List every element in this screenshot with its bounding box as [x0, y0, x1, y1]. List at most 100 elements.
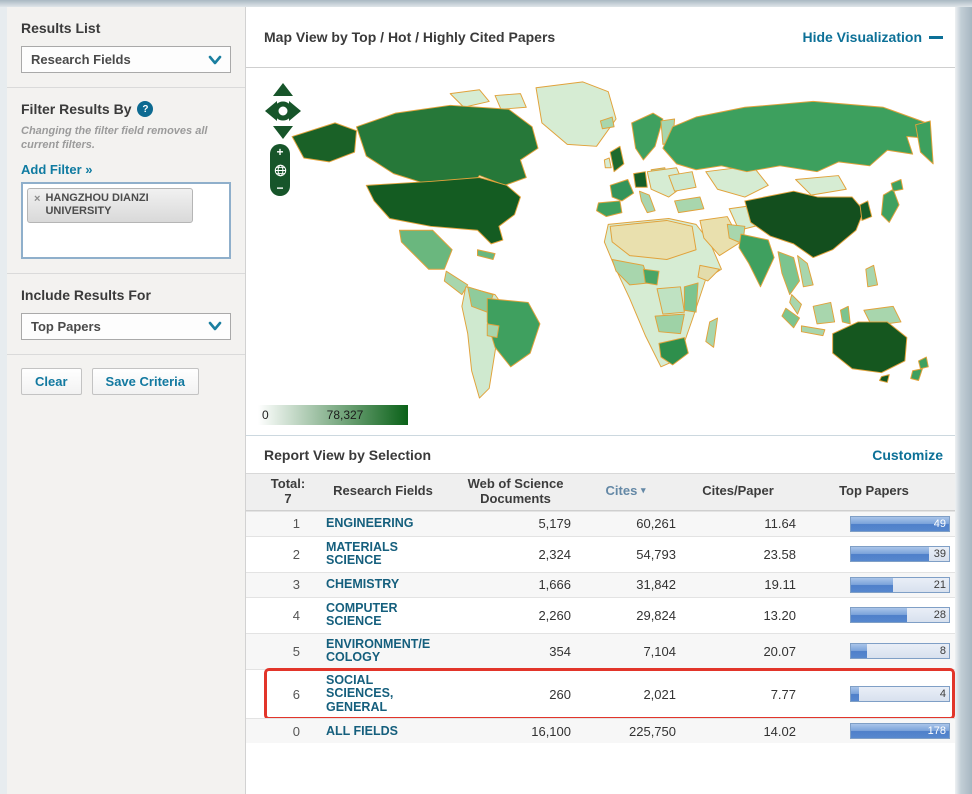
table-row[interactable]: 0 ALL FIELDS 16,100 225,750 14.02 178	[246, 718, 955, 743]
map-region-nigeria	[643, 269, 659, 285]
customize-link[interactable]: Customize	[872, 447, 943, 463]
wos-documents-value: 5,179	[458, 512, 573, 535]
help-icon[interactable]: ?	[137, 101, 153, 117]
column-cites-per-paper[interactable]: Cites/Paper	[678, 481, 798, 502]
pan-center-ring	[276, 104, 290, 118]
table-header-row: Total: 7 Research Fields Web of Science …	[246, 473, 955, 511]
research-field-link[interactable]: ENGINEERING	[308, 513, 458, 535]
map-region-france	[610, 179, 633, 200]
map-pan-control[interactable]	[262, 82, 304, 140]
cites-per-paper-value: 7.77	[678, 683, 798, 706]
top-papers-bar[interactable]: 178	[850, 723, 950, 739]
map-visualization[interactable]: + − 0 78,327	[246, 68, 955, 436]
map-region-japan	[881, 189, 899, 222]
table-row[interactable]: 5 ENVIRONMENT/E COLOGY 354 7,104 20.07 8	[246, 633, 955, 669]
row-rank: 0	[268, 720, 308, 743]
map-region-india	[739, 234, 774, 287]
top-papers-bar[interactable]: 49	[850, 516, 950, 532]
globe-icon[interactable]	[274, 164, 287, 177]
research-field-link[interactable]: MATERIALS SCIENCE	[308, 537, 458, 572]
map-region-borneo	[813, 302, 834, 323]
add-filter-link[interactable]: Add Filter »	[21, 162, 93, 177]
table-row[interactable]: 4 COMPUTER SCIENCE 2,260 29,824 13.20 28	[246, 597, 955, 633]
report-view-title: Report View by Selection	[264, 447, 431, 463]
map-region-cuba	[477, 250, 495, 260]
world-choropleth-map[interactable]	[285, 78, 951, 400]
map-region-turkey	[675, 197, 704, 213]
top-papers-value: 28	[934, 609, 946, 621]
top-papers-bar[interactable]: 4	[850, 686, 950, 702]
include-results-select[interactable]: Top Papers	[21, 313, 231, 340]
zoom-out-icon[interactable]: −	[276, 182, 283, 194]
row-rank: 6	[268, 683, 308, 706]
research-field-link[interactable]: COMPUTER SCIENCE	[308, 598, 458, 633]
column-wos-documents[interactable]: Web of Science Documents	[458, 474, 573, 510]
map-region-mexico	[399, 230, 452, 269]
table-row[interactable]: 2 MATERIALS SCIENCE 2,324 54,793 23.58 3…	[246, 536, 955, 572]
map-region-malay-peninsula	[790, 295, 802, 315]
column-research-fields[interactable]: Research Fields	[308, 481, 458, 502]
map-region-arctic-islands	[495, 94, 526, 110]
table-row[interactable]: 3 CHEMISTRY 1,666 31,842 19.11 21	[246, 572, 955, 597]
map-region-central-america	[444, 271, 467, 294]
map-region-new-zealand	[919, 357, 929, 369]
filter-tag-label: HANGZHOU DIANZI UNIVERSITY	[45, 192, 184, 220]
map-region-russia	[663, 101, 930, 171]
column-top-papers[interactable]: Top Papers	[798, 481, 950, 502]
map-region-korea	[860, 201, 872, 221]
report-table-body: 1 ENGINEERING 5,179 60,261 11.64 49 2 MA…	[246, 511, 955, 744]
research-field-link[interactable]: CHEMISTRY	[308, 574, 458, 596]
research-field-link[interactable]: SOCIAL SCIENCES, GENERAL	[308, 670, 458, 719]
column-cites-sorted[interactable]: Cites ▾	[573, 481, 678, 502]
research-field-link[interactable]: ENVIRONMENT/E COLOGY	[308, 634, 458, 669]
map-region-southern-africa	[655, 314, 684, 334]
row-rank: 1	[268, 512, 308, 535]
table-row[interactable]: 1 ENGINEERING 5,179 60,261 11.64 49	[246, 511, 955, 536]
include-results-section: Include Results For Top Papers	[7, 274, 245, 355]
results-list-select[interactable]: Research Fields	[21, 46, 231, 73]
column-total: Total: 7	[268, 474, 308, 510]
cites-value: 7,104	[573, 640, 678, 663]
save-criteria-button[interactable]: Save Criteria	[92, 368, 200, 395]
top-papers-bar[interactable]: 8	[850, 643, 950, 659]
results-list-selected-value: Research Fields	[31, 52, 131, 67]
wos-documents-value: 1,666	[458, 573, 573, 596]
top-papers-bar[interactable]: 39	[850, 546, 950, 562]
window-top-edge	[0, 0, 972, 7]
chevron-down-icon	[208, 321, 222, 331]
sidebar-buttons: Clear Save Criteria	[7, 355, 245, 408]
filter-results-section: Filter Results By ? Changing the filter …	[7, 88, 245, 274]
map-region-ireland	[604, 158, 611, 168]
hide-visualization-link[interactable]: Hide Visualization	[802, 29, 943, 45]
include-results-selected-value: Top Papers	[31, 319, 101, 334]
filter-tag-hangzhou-dianzi-university[interactable]: × HANGZHOU DIANZI UNIVERSITY	[27, 188, 193, 224]
map-region-italy	[639, 191, 655, 212]
remove-filter-icon[interactable]: ×	[34, 192, 40, 206]
report-view-header: Report View by Selection Customize	[246, 436, 955, 473]
active-filters-box: × HANGZHOU DIANZI UNIVERSITY	[21, 182, 231, 259]
cites-value: 225,750	[573, 720, 678, 743]
clear-button[interactable]: Clear	[21, 368, 82, 395]
top-papers-value: 21	[934, 579, 946, 591]
table-row[interactable]: 6 SOCIAL SCIENCES, GENERAL 260 2,021 7.7…	[246, 669, 955, 719]
cites-per-paper-value: 11.64	[678, 512, 798, 535]
filters-sidebar: Results List Research Fields Filter Resu…	[7, 7, 246, 794]
hide-visualization-label: Hide Visualization	[802, 29, 922, 45]
cites-per-paper-value: 19.11	[678, 573, 798, 596]
scrollbar-track[interactable]	[955, 7, 972, 794]
top-papers-value: 4	[940, 688, 946, 700]
top-papers-bar[interactable]: 21	[850, 577, 950, 593]
collapse-minus-icon	[929, 36, 943, 39]
cites-per-paper-value: 23.58	[678, 543, 798, 566]
map-zoom-control[interactable]: + −	[270, 144, 290, 196]
map-region-mongolia	[796, 176, 847, 196]
zoom-in-icon[interactable]: +	[276, 146, 283, 158]
map-region-kamchatka	[916, 121, 934, 164]
wos-documents-value: 354	[458, 640, 573, 663]
research-field-link[interactable]: ALL FIELDS	[308, 721, 458, 743]
legend-min-value: 0	[262, 408, 269, 422]
pan-up-icon	[273, 83, 293, 96]
top-papers-bar[interactable]: 28	[850, 607, 950, 623]
map-view-title: Map View by Top / Hot / Highly Cited Pap…	[264, 29, 555, 45]
cites-per-paper-value: 20.07	[678, 640, 798, 663]
